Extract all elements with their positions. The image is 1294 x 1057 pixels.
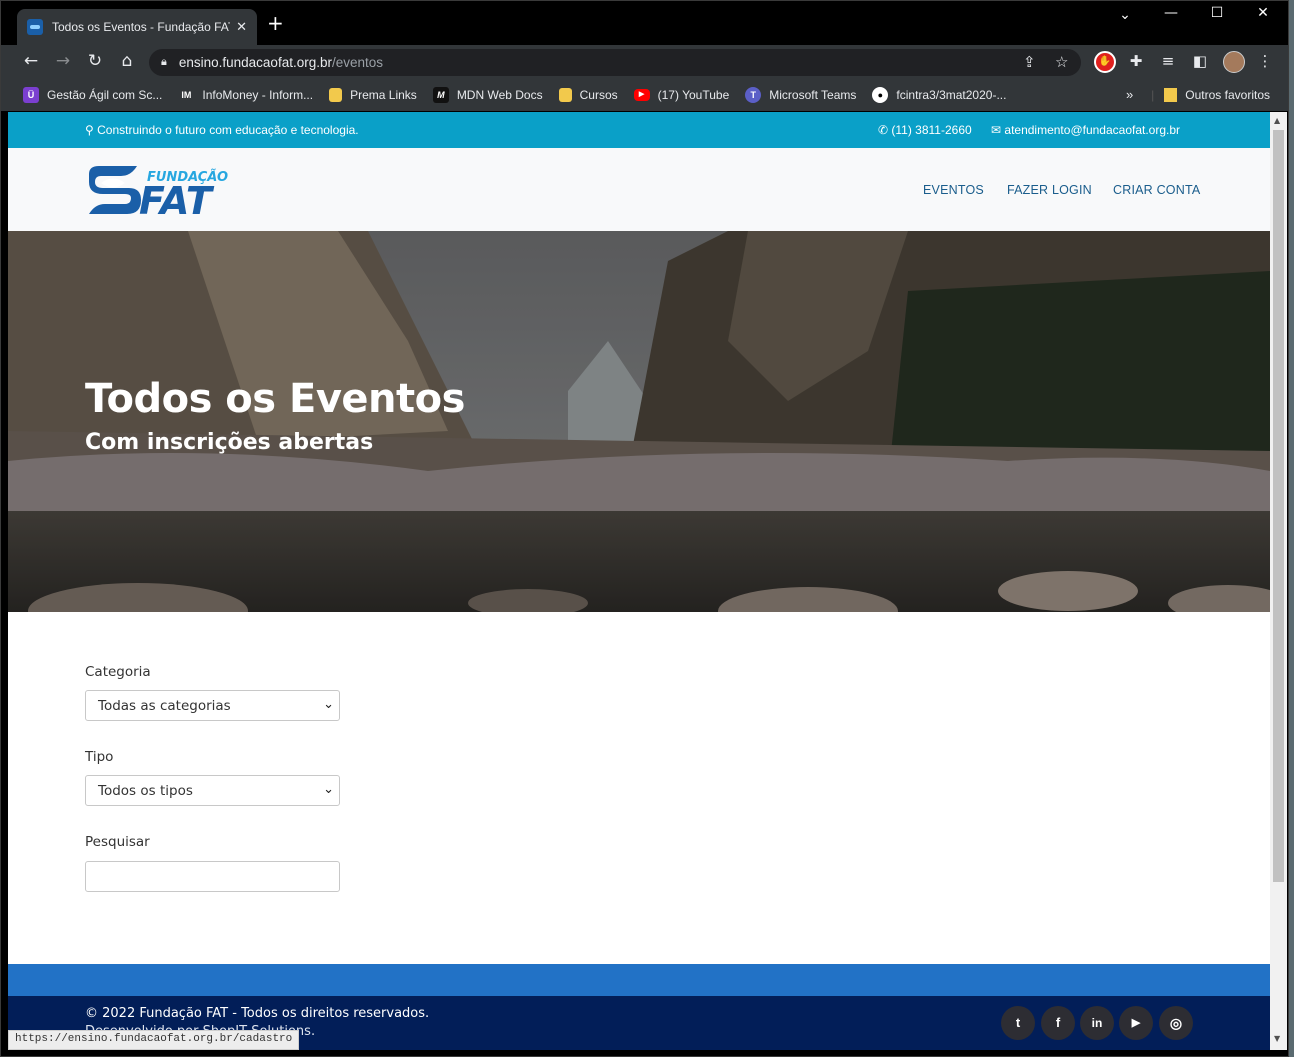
- media-queue-icon[interactable]: ≡: [1157, 52, 1179, 70]
- map-marker-icon: ⚲: [85, 123, 98, 137]
- bookmark-item[interactable]: T Microsoft Teams: [745, 87, 856, 103]
- contact-topbar: ⚲ Construindo o futuro com educação e te…: [8, 112, 1270, 148]
- bookmark-label: fcintra3/3mat2020-...: [896, 88, 1007, 102]
- fat-favicon-icon: [27, 19, 43, 35]
- extensions-icon[interactable]: ✚: [1125, 52, 1147, 70]
- bookmark-label: Microsoft Teams: [769, 88, 857, 102]
- footer-stripe: [8, 964, 1270, 996]
- phone-icon: ✆: [878, 123, 892, 137]
- browser-tab[interactable]: Todos os Eventos - Fundação FAT ✕: [17, 9, 257, 45]
- envelope-icon: ✉: [991, 123, 1005, 137]
- forward-icon[interactable]: →: [51, 51, 75, 71]
- facebook-icon[interactable]: f: [1041, 1006, 1075, 1040]
- share-icon[interactable]: ⇪: [1023, 53, 1036, 71]
- hero-banner: Todos os Eventos Com inscrições abertas: [8, 231, 1270, 612]
- email-text: atendimento@fundacaofat.org.br: [1004, 123, 1181, 137]
- scroll-up-icon[interactable]: ▲: [1274, 116, 1280, 125]
- bookmark-item[interactable]: ▶ (17) YouTube: [633, 88, 730, 102]
- back-icon[interactable]: ←: [19, 51, 43, 71]
- adblock-extension-icon[interactable]: ✋: [1094, 51, 1116, 73]
- bookmark-item[interactable]: Cursos: [558, 88, 618, 102]
- nav-eventos[interactable]: EVENTOS: [923, 183, 984, 197]
- other-bookmarks[interactable]: Outros favoritos: [1185, 88, 1270, 102]
- bookmark-label: Prema Links: [350, 88, 417, 102]
- tagline-text: Construindo o futuro com educação e tecn…: [97, 123, 359, 137]
- bookmark-item[interactable]: Ü Gestão Ágil com Sc...: [23, 87, 162, 103]
- url-host: ensino.fundacaofat.org.br: [178, 55, 332, 70]
- youtube-icon: ▶: [633, 89, 650, 101]
- site-navbar: FUNDAÇÃO FAT EVENTOS FAZER LOGIN CRIAR C…: [8, 148, 1270, 231]
- folder-icon: [329, 88, 343, 102]
- folder-icon: [1164, 87, 1178, 102]
- tipo-select[interactable]: Todos os tipos ⌄: [85, 775, 340, 806]
- menu-kebab-icon[interactable]: ⋮: [1254, 52, 1276, 70]
- nav-criar-conta[interactable]: CRIAR CONTA: [1113, 183, 1200, 197]
- categoria-select[interactable]: Todas as categorias ⌄: [85, 690, 340, 721]
- bookmark-label: MDN Web Docs: [456, 88, 543, 102]
- tipo-label: Tipo: [85, 749, 114, 765]
- fundacao-fat-logo[interactable]: FUNDAÇÃO FAT: [85, 164, 245, 216]
- home-icon[interactable]: ⌂: [115, 51, 139, 71]
- pesquisar-label: Pesquisar: [85, 834, 150, 850]
- minimize-button[interactable]: —: [1148, 5, 1194, 21]
- bookmark-item[interactable]: Prema Links: [329, 88, 417, 102]
- instagram-icon[interactable]: ◎: [1159, 1006, 1193, 1040]
- bookmarks-overflow: » | Outros favoritos: [1125, 87, 1270, 102]
- mdn-icon: M: [432, 87, 449, 103]
- infomoney-icon: IM: [181, 90, 192, 100]
- youtube-icon[interactable]: ▶: [1119, 1006, 1153, 1040]
- teams-icon: T: [745, 87, 762, 103]
- new-tab-button[interactable]: +: [267, 13, 284, 33]
- phone[interactable]: ✆ (11) 3811-2660: [878, 123, 972, 137]
- bookmark-label: InfoMoney - Inform...: [202, 88, 314, 102]
- address-bar[interactable]: 🔒︎ ensino.fundacaofat.org.br/eventos ⇪ ☆: [149, 49, 1081, 76]
- url-path: /eventos: [331, 55, 384, 70]
- browser-window: Todos os Eventos - Fundação FAT ✕ + ⌄ — …: [0, 0, 1289, 1057]
- copyright-text: © 2022 Fundação FAT - Todos os direitos …: [85, 1006, 430, 1021]
- bookmarks-bar: Ü Gestão Ágil com Sc... IM InfoMoney - Inf…: [1, 79, 1288, 111]
- bookmark-item[interactable]: ● fcintra3/3mat2020-...: [872, 87, 1006, 103]
- side-panel-icon[interactable]: ◧: [1189, 52, 1211, 70]
- chevron-down-icon: ⌄: [323, 782, 334, 797]
- scrollbar-thumb[interactable]: [1273, 130, 1284, 882]
- double-chevron-right-icon[interactable]: »: [1126, 87, 1133, 102]
- bookmark-label: (17) YouTube: [657, 88, 730, 102]
- page-scrollbar[interactable]: ▲ ▼: [1270, 112, 1287, 1050]
- tagline: ⚲ Construindo o futuro com educação e te…: [85, 123, 359, 137]
- bookmark-item[interactable]: M MDN Web Docs: [432, 87, 543, 103]
- bookmark-item[interactable]: IM InfoMoney - Inform...: [178, 87, 313, 103]
- phone-text: (11) 3811-2660: [891, 123, 972, 137]
- tab-title: Todos os Eventos - Fundação FAT: [52, 20, 231, 34]
- bookmark-label: Gestão Ágil com Sc...: [47, 88, 163, 102]
- linkedin-icon[interactable]: in: [1080, 1006, 1114, 1040]
- page-viewport: ⚲ Construindo o futuro com educação e te…: [8, 112, 1270, 1050]
- nav-fazer-login[interactable]: FAZER LOGIN: [1007, 183, 1092, 197]
- profile-avatar[interactable]: [1223, 51, 1245, 73]
- reload-icon[interactable]: ↻: [83, 51, 107, 71]
- github-icon: ●: [872, 87, 889, 103]
- status-bar-url: https://ensino.fundacaofat.org.br/cadast…: [8, 1030, 300, 1050]
- folder-icon: [558, 88, 572, 102]
- chevron-down-icon: ⌄: [323, 697, 334, 712]
- categoria-selected-value: Todas as categorias: [98, 698, 231, 714]
- lock-icon: 🔒︎: [161, 56, 167, 68]
- svg-text:FAT: FAT: [139, 179, 215, 216]
- pesquisar-input[interactable]: [85, 861, 340, 892]
- chevron-down-icon[interactable]: ⌄: [1102, 7, 1148, 23]
- email[interactable]: ✉ atendimento@fundacaofat.org.br: [991, 123, 1180, 137]
- shield-icon: Ü: [23, 87, 39, 103]
- page-subtitle: Com inscrições abertas: [85, 430, 374, 455]
- twitter-icon[interactable]: t: [1001, 1006, 1035, 1040]
- maximize-button[interactable]: ☐: [1194, 5, 1240, 21]
- title-bar: Todos os Eventos - Fundação FAT ✕ + ⌄ — …: [1, 1, 1288, 45]
- close-tab-icon[interactable]: ✕: [236, 20, 247, 35]
- close-window-button[interactable]: ✕: [1240, 5, 1286, 21]
- page-title: Todos os Eventos: [85, 376, 465, 422]
- scroll-down-icon[interactable]: ▼: [1274, 1034, 1280, 1043]
- categoria-label: Categoria: [85, 664, 151, 680]
- bookmark-label: Cursos: [579, 88, 618, 102]
- tipo-selected-value: Todos os tipos: [98, 783, 193, 799]
- bookmark-star-icon[interactable]: ☆: [1055, 53, 1068, 71]
